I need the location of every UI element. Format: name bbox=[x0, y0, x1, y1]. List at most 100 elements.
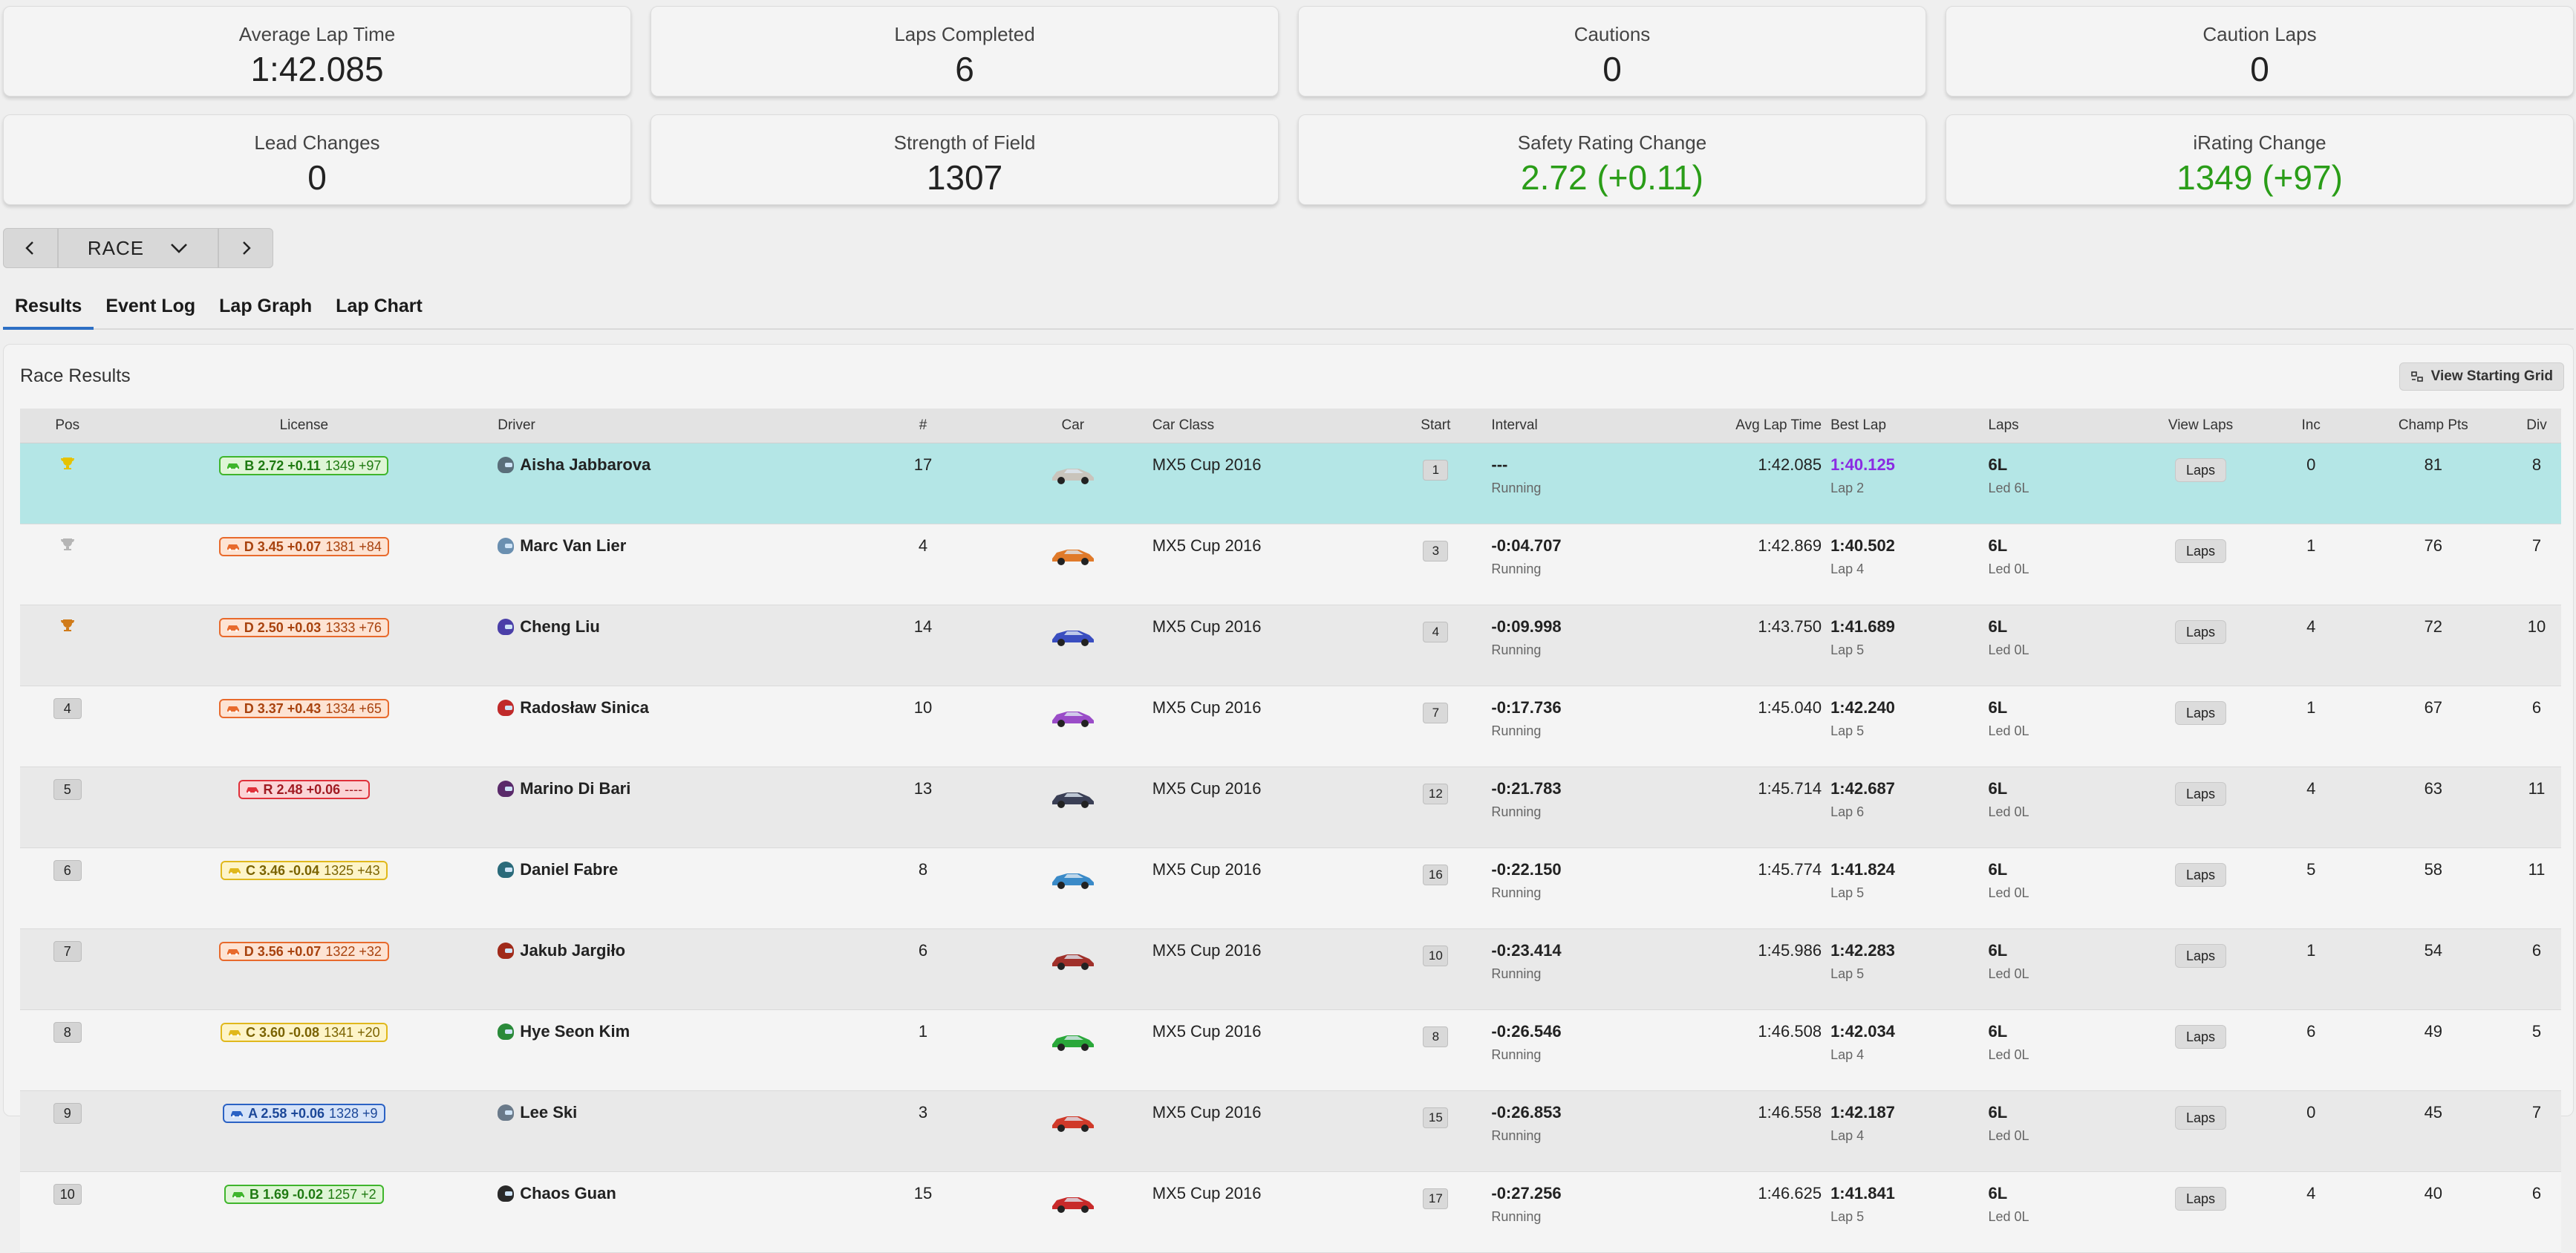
driver-link[interactable]: Daniel Fabre bbox=[498, 860, 844, 879]
helmet-icon bbox=[498, 619, 515, 635]
stat-value: 0 bbox=[307, 158, 327, 197]
view-laps-cell: Laps bbox=[2133, 686, 2268, 767]
license-irating: 1341 +20 bbox=[324, 1024, 380, 1040]
license-rating: B 2.72 +0.11 bbox=[244, 458, 321, 473]
col-header-driver[interactable]: Driver bbox=[493, 409, 849, 443]
table-row[interactable]: 9 A 2.58 +0.06 1328 +9 Lee Ski 3 MX5 Cup… bbox=[20, 1090, 2561, 1172]
driver-name: Daniel Fabre bbox=[520, 860, 619, 879]
avg-lap-time: 1:42.869 bbox=[1683, 524, 1827, 605]
view-laps-button[interactable]: Laps bbox=[2175, 863, 2227, 887]
division: 6 bbox=[2512, 928, 2561, 1010]
stat-value: 0 bbox=[2250, 50, 2269, 88]
trophy-icon bbox=[59, 617, 76, 638]
best-lap-time: 1:42.187 bbox=[1830, 1103, 1895, 1122]
view-laps-button[interactable]: Laps bbox=[2175, 782, 2227, 806]
previous-session-button[interactable] bbox=[3, 228, 58, 268]
table-row[interactable]: 7 D 3.56 +0.07 1322 +32 Jakub Jargiło 6 … bbox=[20, 928, 2561, 1010]
col-header-license[interactable]: License bbox=[114, 409, 494, 443]
best-lap-time: 1:40.502 bbox=[1830, 536, 1895, 555]
driver-link[interactable]: Hye Seon Kim bbox=[498, 1022, 844, 1041]
driver-link[interactable]: Jakub Jargiło bbox=[498, 941, 844, 960]
view-laps-button[interactable]: Laps bbox=[2175, 701, 2227, 725]
car-number: 4 bbox=[848, 524, 998, 605]
view-laps-button[interactable]: Laps bbox=[2175, 1106, 2227, 1130]
tab-lap-chart[interactable]: Lap Chart bbox=[324, 290, 434, 327]
stat-value: 1349 (+97) bbox=[2176, 158, 2343, 197]
driver-link[interactable]: Radosław Sinica bbox=[498, 698, 844, 717]
view-laps-cell: Laps bbox=[2133, 767, 2268, 848]
view-laps-cell: Laps bbox=[2133, 443, 2268, 524]
champ-points: 76 bbox=[2354, 524, 2513, 605]
view-laps-button[interactable]: Laps bbox=[2175, 458, 2227, 482]
car-image-icon bbox=[1051, 873, 1094, 889]
col-header-best-lap[interactable]: Best Lap bbox=[1826, 409, 1984, 443]
car-icon bbox=[246, 787, 258, 794]
view-laps-button[interactable]: Laps bbox=[2175, 944, 2227, 968]
view-starting-grid-button[interactable]: View Starting Grid bbox=[2399, 362, 2564, 391]
col-header-view-laps[interactable]: View Laps bbox=[2133, 409, 2268, 443]
driver-cell: Marc Van Lier bbox=[493, 524, 849, 605]
view-laps-button[interactable]: Laps bbox=[2175, 1025, 2227, 1049]
driver-link[interactable]: Cheng Liu bbox=[498, 617, 844, 637]
tab-event-log[interactable]: Event Log bbox=[94, 290, 207, 327]
car-icon bbox=[226, 706, 239, 713]
pos-cell: 9 bbox=[20, 1090, 115, 1172]
tab-results[interactable]: Results bbox=[3, 290, 94, 330]
best-lap-cell: 1:42.187 Lap 4 bbox=[1826, 1090, 1984, 1172]
interval-cell: -0:09.998 Running bbox=[1487, 605, 1684, 686]
license-badge: D 3.37 +0.43 1334 +65 bbox=[218, 699, 389, 718]
position-badge: 10 bbox=[53, 1184, 82, 1205]
laps-completed: 6L bbox=[1988, 1184, 2008, 1202]
stat-value: 2.72 (+0.11) bbox=[1521, 158, 1703, 197]
col-header-laps[interactable]: Laps bbox=[1983, 409, 2134, 443]
driver-link[interactable]: Aisha Jabbarova bbox=[498, 455, 844, 475]
license-irating: ---- bbox=[345, 781, 363, 797]
table-row[interactable]: 8 C 3.60 -0.08 1341 +20 Hye Seon Kim 1 M… bbox=[20, 1009, 2561, 1091]
col-header-interval[interactable]: Interval bbox=[1487, 409, 1684, 443]
car-image-icon bbox=[1051, 1116, 1094, 1132]
driver-link[interactable]: Marino Di Bari bbox=[498, 779, 844, 798]
col-header-inc[interactable]: Inc bbox=[2267, 409, 2355, 443]
helmet-icon bbox=[498, 700, 515, 716]
view-laps-button[interactable]: Laps bbox=[2175, 539, 2227, 563]
col-header-number[interactable]: # bbox=[848, 409, 998, 443]
session-select[interactable]: RACE bbox=[58, 228, 218, 268]
driver-link[interactable]: Marc Van Lier bbox=[498, 536, 844, 556]
avg-lap-time: 1:46.558 bbox=[1683, 1090, 1827, 1172]
col-header-car-class[interactable]: Car Class bbox=[1147, 409, 1385, 443]
table-row[interactable]: 10 B 1.69 -0.02 1257 +2 Chaos Guan 15 MX… bbox=[20, 1171, 2561, 1253]
tab-lap-graph[interactable]: Lap Graph bbox=[207, 290, 324, 327]
license-irating: 1381 +84 bbox=[325, 538, 382, 554]
champ-points: 40 bbox=[2354, 1171, 2513, 1253]
table-row[interactable]: D 2.50 +0.03 1333 +76 Cheng Liu 14 MX5 C… bbox=[20, 605, 2561, 686]
col-header-car[interactable]: Car bbox=[997, 409, 1148, 443]
col-header-champ-pts[interactable]: Champ Pts bbox=[2354, 409, 2513, 443]
table-row[interactable]: 4 D 3.37 +0.43 1334 +65 Radosław Sinica … bbox=[20, 686, 2561, 767]
incidents: 4 bbox=[2267, 767, 2355, 848]
interval-cell: -0:26.546 Running bbox=[1487, 1009, 1684, 1091]
table-row[interactable]: 5 R 2.48 +0.06 ---- Marino Di Bari 13 MX… bbox=[20, 767, 2561, 848]
stat-card-laps-completed: Laps Completed 6 bbox=[650, 6, 1279, 97]
helmet-icon bbox=[498, 1023, 515, 1040]
view-laps-cell: Laps bbox=[2133, 847, 2268, 929]
col-header-avg-lap[interactable]: Avg Lap Time bbox=[1683, 409, 1827, 443]
table-row[interactable]: B 2.72 +0.11 1349 +97 Aisha Jabbarova 17… bbox=[20, 443, 2561, 524]
stat-value: 0 bbox=[1602, 50, 1622, 88]
next-session-button[interactable] bbox=[218, 228, 273, 268]
col-header-pos[interactable]: Pos bbox=[20, 409, 115, 443]
laps-completed: 6L bbox=[1988, 1103, 2008, 1122]
division: 7 bbox=[2512, 524, 2561, 605]
car-class: MX5 Cup 2016 bbox=[1147, 767, 1385, 848]
license-rating: B 1.69 -0.02 bbox=[250, 1186, 324, 1202]
view-laps-button[interactable]: Laps bbox=[2175, 1187, 2227, 1211]
car-image-icon bbox=[1051, 1035, 1094, 1051]
laps-led: Led 0L bbox=[1988, 1209, 2029, 1224]
table-row[interactable]: D 3.45 +0.07 1381 +84 Marc Van Lier 4 MX… bbox=[20, 524, 2561, 605]
view-laps-button[interactable]: Laps bbox=[2175, 620, 2227, 644]
col-header-start[interactable]: Start bbox=[1384, 409, 1487, 443]
driver-link[interactable]: Lee Ski bbox=[498, 1103, 844, 1122]
driver-link[interactable]: Chaos Guan bbox=[498, 1184, 844, 1203]
table-row[interactable]: 6 C 3.46 -0.04 1325 +43 Daniel Fabre 8 M… bbox=[20, 847, 2561, 929]
trophy-icon bbox=[59, 536, 76, 557]
col-header-div[interactable]: Div bbox=[2512, 409, 2561, 443]
